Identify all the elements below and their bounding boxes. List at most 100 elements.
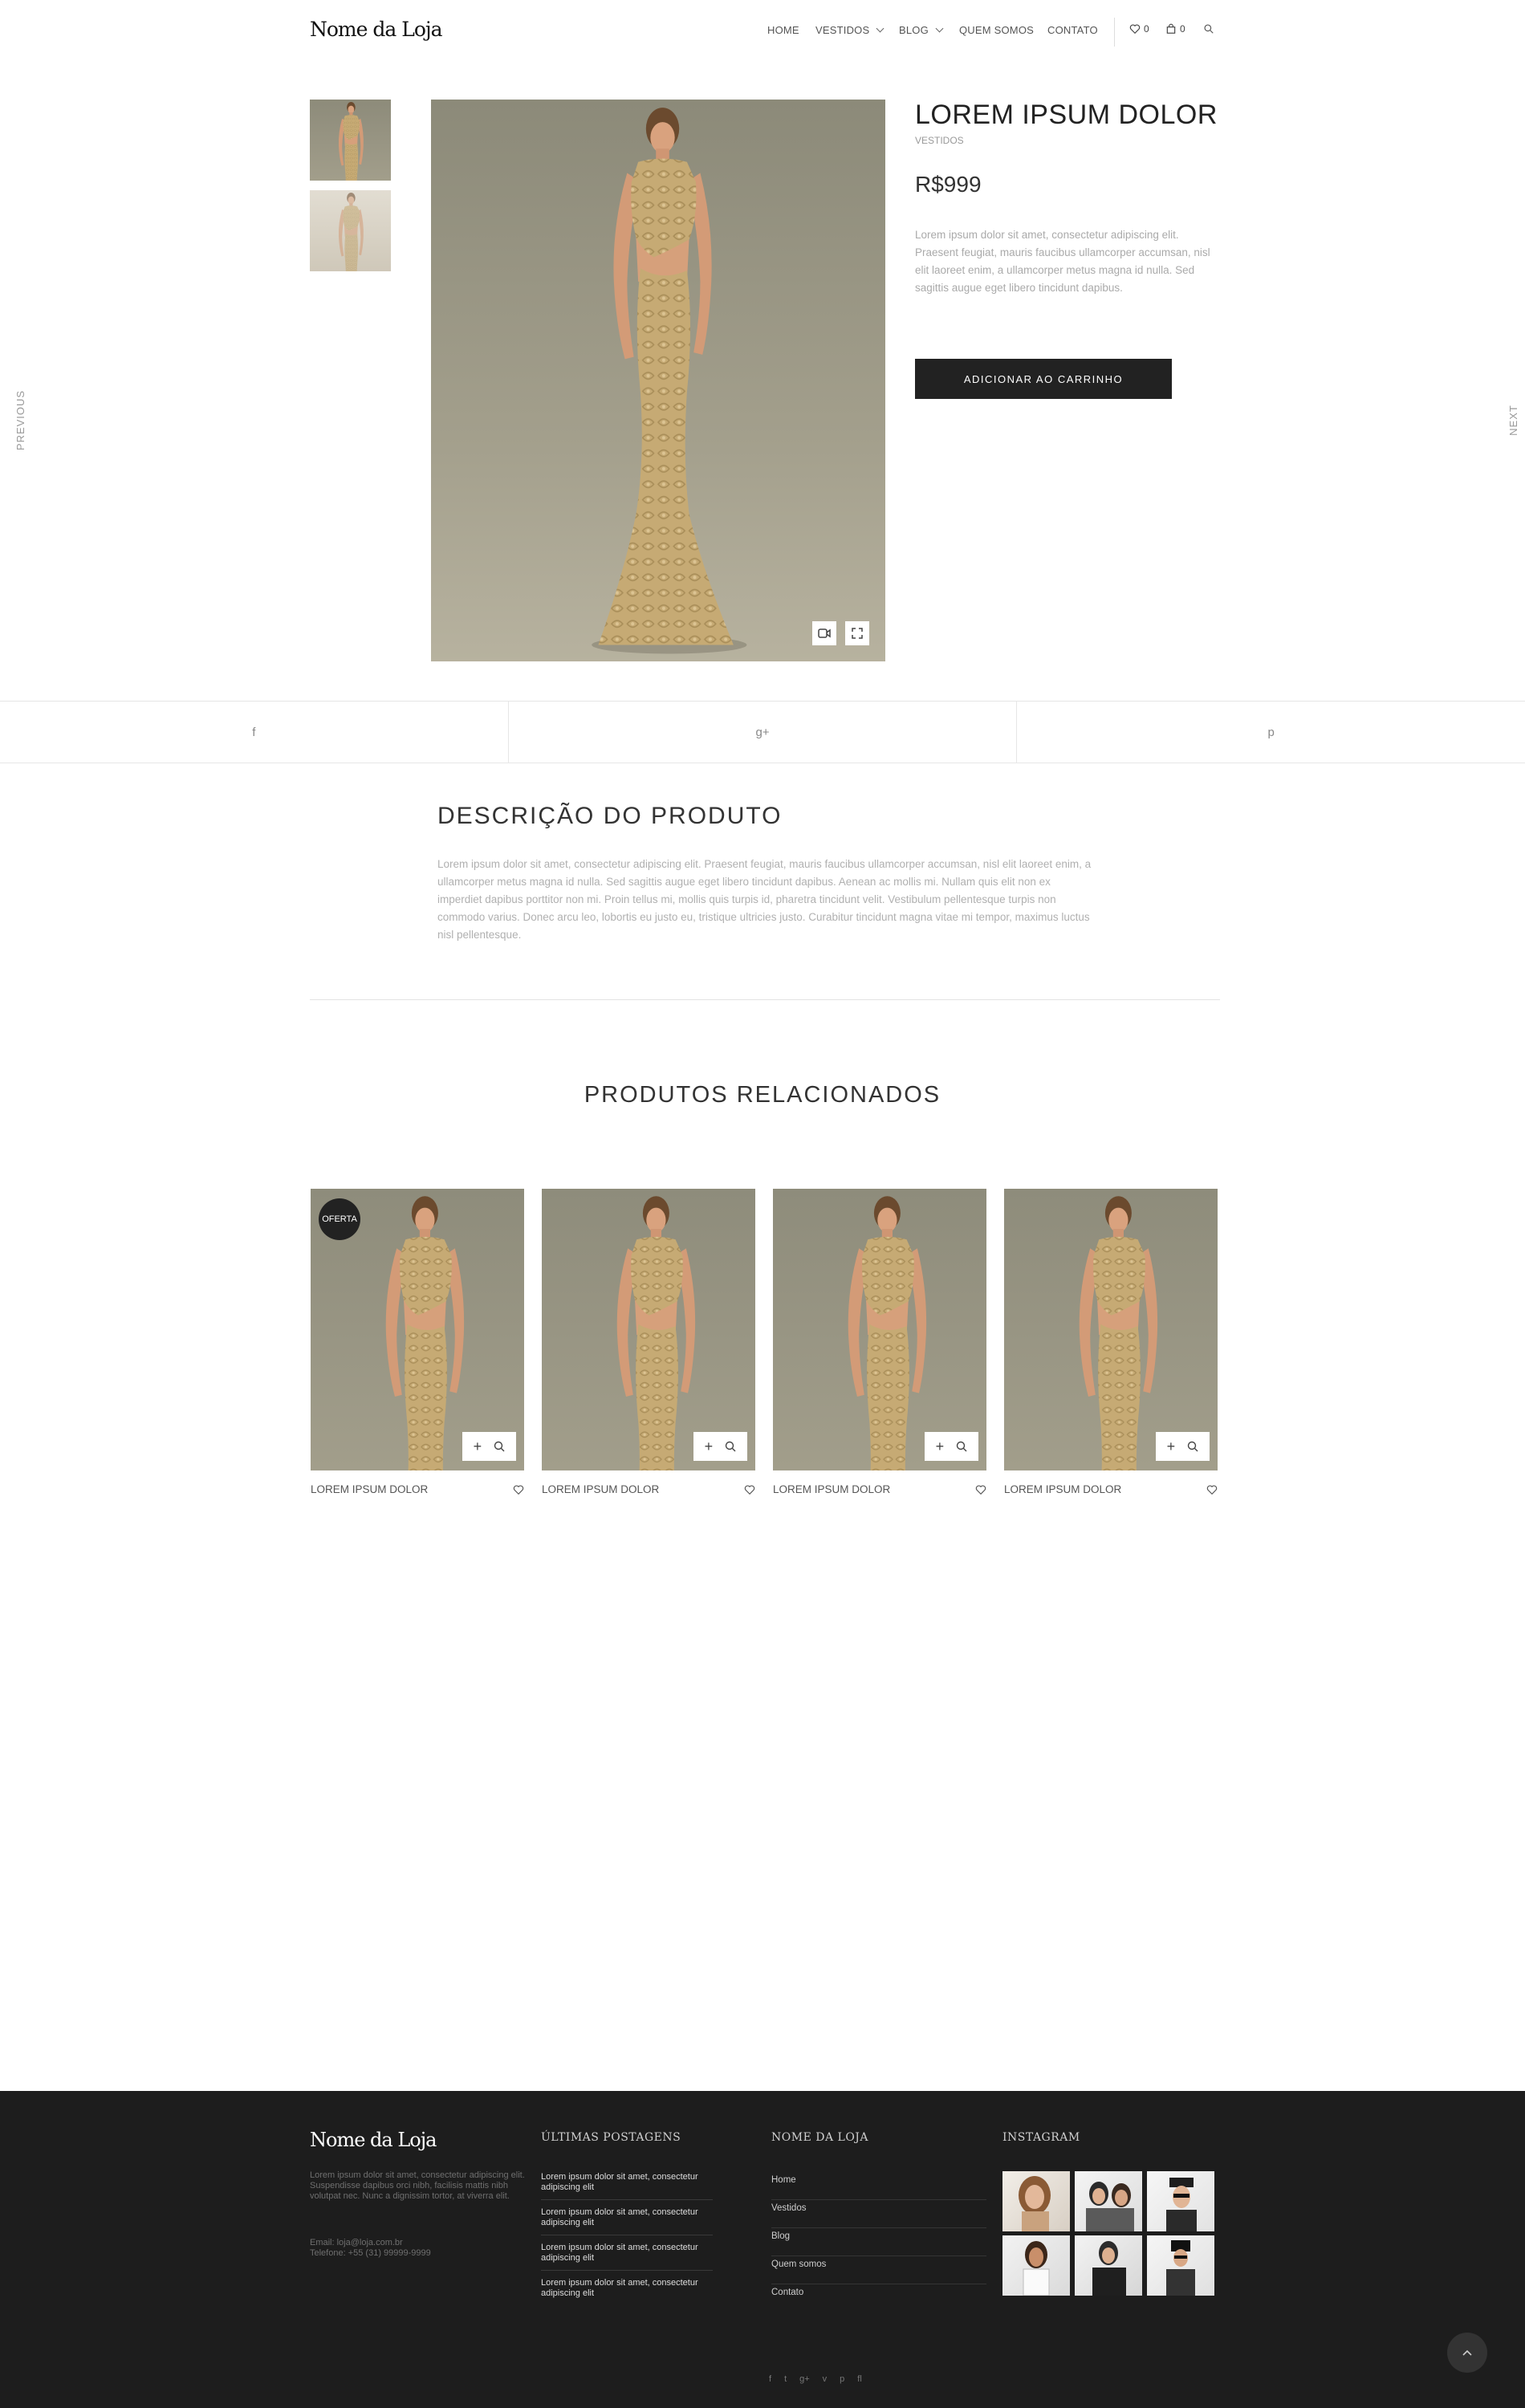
thumbnail-2[interactable] — [310, 190, 391, 271]
related-product-image[interactable]: OFERTA + — [311, 1189, 524, 1470]
flickr-icon[interactable]: fl — [857, 2374, 862, 2384]
zoom-icon[interactable] — [725, 1441, 736, 1452]
footer-social-links: f t g+ v p fl — [769, 2374, 862, 2384]
footer-link-home[interactable]: Home — [771, 2172, 986, 2200]
related-product-info: LOREM IPSUM DOLOR — [1004, 1483, 1218, 1495]
footer-logo[interactable]: Nome da Loja — [310, 2129, 437, 2151]
nav-quem-somos-label: QUEM SOMOS — [959, 24, 1035, 36]
share-bar: f g+ p — [0, 701, 1525, 763]
add-to-cart-button[interactable]: ADICIONAR AO CARRINHO — [915, 359, 1172, 399]
instagram-photo[interactable] — [1075, 2171, 1142, 2231]
back-to-top-button[interactable] — [1447, 2333, 1487, 2373]
related-product-card[interactable]: + LOREM IPSUM DOLOR — [1004, 1189, 1218, 1495]
footer-post-link[interactable]: Lorem ipsum dolor sit amet, consectetur … — [541, 2243, 713, 2271]
footer-links: Home Vestidos Blog Quem somos Contato — [771, 2172, 986, 2312]
facebook-icon: f — [252, 725, 256, 739]
video-button[interactable] — [812, 621, 836, 645]
footer-about-text: Lorem ipsum dolor sit amet, consectetur … — [310, 2170, 525, 2201]
footer-posts-list: Lorem ipsum dolor sit amet, consectetur … — [541, 2172, 713, 2312]
footer-post-link[interactable]: Lorem ipsum dolor sit amet, consectetur … — [541, 2207, 713, 2235]
footer-post-link[interactable]: Lorem ipsum dolor sit amet, consectetur … — [541, 2278, 713, 2305]
nav-vestidos[interactable]: VESTIDOS — [815, 24, 885, 36]
share-facebook-button[interactable]: f — [0, 702, 508, 763]
thumbnail-1[interactable] — [310, 100, 391, 181]
footer-posts-title: ÚLTIMAS POSTAGENS — [541, 2131, 681, 2144]
product-title: LOREM IPSUM DOLOR — [915, 100, 1218, 130]
fullscreen-button[interactable] — [845, 621, 869, 645]
related-product-image[interactable]: + — [773, 1189, 986, 1470]
nav-blog-label: BLOG — [899, 24, 929, 36]
nav-blog[interactable]: BLOG — [899, 24, 944, 36]
nav-quem-somos[interactable]: QUEM SOMOS — [959, 24, 1034, 36]
nav-home[interactable]: HOME — [767, 24, 799, 36]
zoom-icon[interactable] — [956, 1441, 967, 1452]
product-category[interactable]: VESTIDOS — [915, 135, 964, 146]
chevron-down-icon — [935, 24, 944, 33]
related-product-name[interactable]: LOREM IPSUM DOLOR — [773, 1483, 890, 1495]
next-product-link[interactable]: NEXT — [1507, 405, 1519, 436]
related-product-image[interactable]: + — [1004, 1189, 1218, 1470]
store-logo[interactable]: Nome da Loja — [310, 18, 443, 41]
nav-divider — [1114, 18, 1115, 47]
plus-icon[interactable]: + — [474, 1438, 482, 1455]
footer — [0, 2091, 1525, 2408]
related-product-info: LOREM IPSUM DOLOR — [311, 1483, 524, 1495]
zoom-icon[interactable] — [1187, 1441, 1198, 1452]
related-product-card[interactable]: + LOREM IPSUM DOLOR — [542, 1189, 755, 1495]
footer-link-vestidos[interactable]: Vestidos — [771, 2200, 986, 2228]
heart-icon[interactable] — [513, 1484, 524, 1495]
nav-contato[interactable]: CONTATO — [1047, 24, 1098, 36]
previous-product-link[interactable]: PREVIOUS — [14, 390, 26, 450]
dress-image — [333, 193, 372, 271]
footer-link-contato[interactable]: Contato — [771, 2284, 986, 2312]
footer-phone: Telefone: +55 (31) 99999-9999 — [310, 2248, 431, 2258]
related-product-image[interactable]: + — [542, 1189, 755, 1470]
chevron-down-icon — [876, 24, 885, 33]
dress-image — [333, 102, 372, 181]
footer-email: Email: loja@loja.com.br — [310, 2238, 403, 2247]
plus-icon[interactable]: + — [1167, 1438, 1176, 1455]
related-product-card[interactable]: + LOREM IPSUM DOLOR — [773, 1189, 986, 1495]
vimeo-icon[interactable]: v — [823, 2374, 828, 2384]
shopping-bag-icon — [1166, 23, 1176, 34]
instagram-photo[interactable] — [1147, 2171, 1214, 2231]
instagram-photo[interactable] — [1075, 2235, 1142, 2296]
related-product-info: LOREM IPSUM DOLOR — [542, 1483, 755, 1495]
product-actions: + — [925, 1432, 978, 1461]
footer-link-blog[interactable]: Blog — [771, 2228, 986, 2256]
footer-contact: Email: loja@loja.com.br Telefone: +55 (3… — [310, 2238, 431, 2259]
instagram-photo[interactable] — [1002, 2235, 1070, 2296]
footer-post-link[interactable]: Lorem ipsum dolor sit amet, consectetur … — [541, 2172, 713, 2200]
zoom-icon[interactable] — [494, 1441, 505, 1452]
plus-icon[interactable]: + — [936, 1438, 945, 1455]
search-button[interactable] — [1203, 23, 1214, 35]
heart-icon[interactable] — [975, 1484, 986, 1495]
facebook-icon[interactable]: f — [769, 2374, 771, 2384]
share-pinterest-button[interactable]: p — [1016, 702, 1525, 763]
cart-button[interactable]: 0 — [1165, 23, 1185, 35]
heart-icon[interactable] — [1206, 1484, 1218, 1495]
nav-contato-label: CONTATO — [1047, 24, 1098, 36]
wishlist-button[interactable]: 0 — [1129, 23, 1149, 35]
instagram-photo[interactable] — [1147, 2235, 1214, 2296]
wishlist-count: 0 — [1144, 23, 1149, 35]
footer-store-title: NOME DA LOJA — [771, 2131, 869, 2144]
pinterest-icon[interactable]: p — [840, 2374, 844, 2384]
nav-home-label: HOME — [767, 24, 799, 36]
footer-link-quem-somos[interactable]: Quem somos — [771, 2256, 986, 2284]
main-product-image[interactable] — [431, 100, 885, 661]
twitter-icon[interactable]: t — [784, 2374, 787, 2384]
product-price: R$999 — [915, 172, 982, 197]
heart-icon — [1129, 24, 1141, 35]
related-product-name[interactable]: LOREM IPSUM DOLOR — [311, 1483, 428, 1495]
related-product-name[interactable]: LOREM IPSUM DOLOR — [542, 1483, 659, 1495]
divider — [310, 999, 1220, 1000]
heart-icon[interactable] — [744, 1484, 755, 1495]
plus-icon[interactable]: + — [705, 1438, 714, 1455]
google-plus-icon[interactable]: g+ — [799, 2374, 810, 2384]
related-product-name[interactable]: LOREM IPSUM DOLOR — [1004, 1483, 1121, 1495]
search-icon — [1204, 24, 1214, 34]
share-google-button[interactable]: g+ — [507, 702, 1017, 763]
related-product-card[interactable]: OFERTA + LOREM IPSUM DOLOR — [311, 1189, 524, 1495]
instagram-photo[interactable] — [1002, 2171, 1070, 2231]
